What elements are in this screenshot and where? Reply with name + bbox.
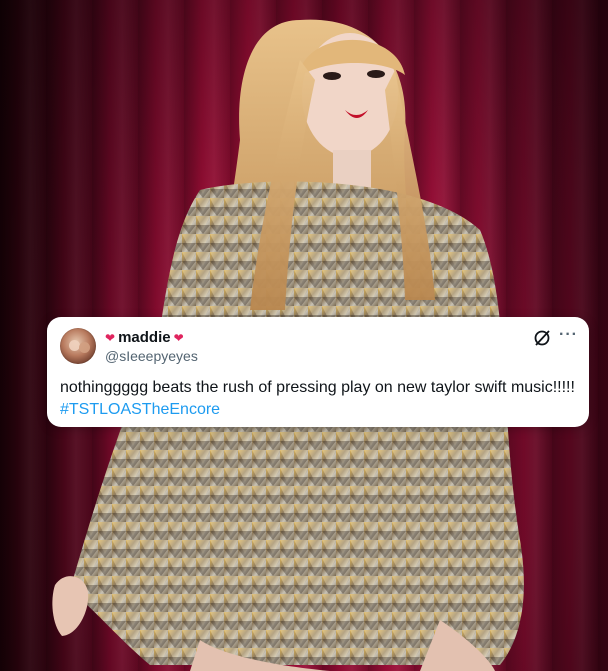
tweet-author-row: ❤ maddie ❤ (105, 329, 184, 346)
tweet-text: nothinggggg beats the rush of pressing p… (60, 379, 575, 396)
display-name[interactable]: maddie (118, 329, 171, 346)
more-icon[interactable]: ··· (559, 326, 578, 344)
heart-fire-icon: ❤ (173, 330, 184, 345)
hashtag-link[interactable]: #TSTLOASTheEncore (60, 399, 580, 421)
grok-icon[interactable] (533, 329, 551, 347)
avatar[interactable] (60, 328, 96, 364)
tweet-body: nothinggggg beats the rush of pressing p… (60, 377, 580, 421)
heart-fire-icon: ❤ (105, 330, 116, 345)
tweet-card[interactable]: ❤ maddie ❤ @sIeeepyeyes ··· nothinggggg … (47, 317, 589, 427)
user-handle[interactable]: @sIeeepyeyes (105, 348, 198, 364)
